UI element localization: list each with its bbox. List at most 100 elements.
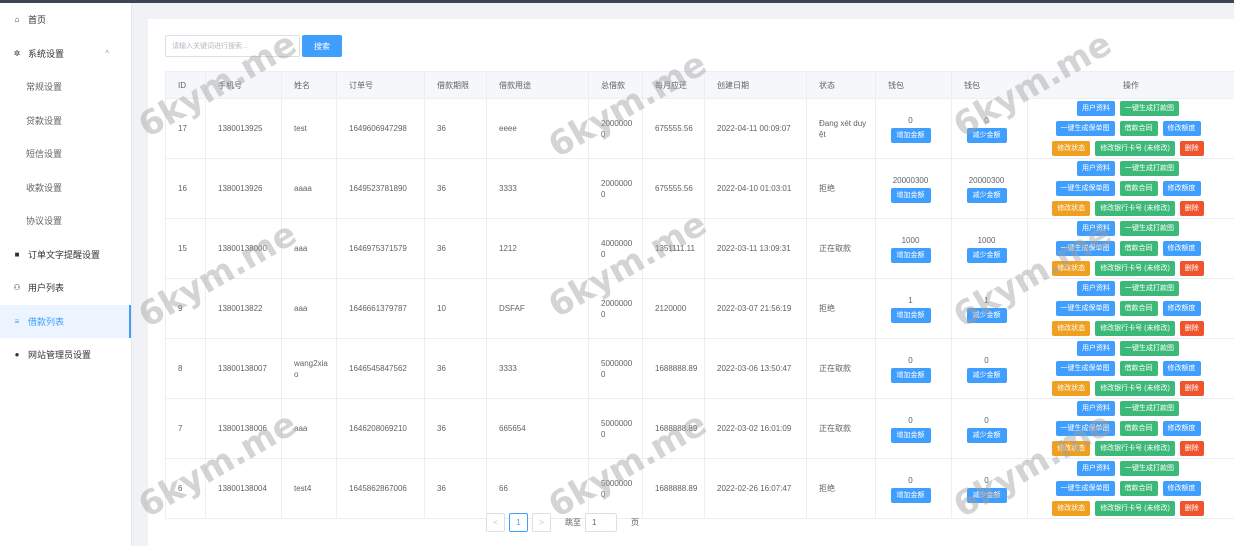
reduce-amount-button[interactable]: 减少金额 [966,367,1007,383]
reduce-amount-button[interactable]: 减少金额 [966,427,1007,443]
sidebar-item-3[interactable]: 贷款设置 [0,104,131,138]
add-amount-button[interactable]: 增加金额 [890,187,931,203]
delete-button[interactable]: 删除 [1179,321,1204,336]
edit-bank-card-button[interactable]: 修改银行卡号 (未修改) [1095,501,1175,516]
users-icon: ⚇ [13,283,21,293]
reduce-amount-button[interactable]: 减少金额 [966,307,1007,323]
generate-guarantee-image-button[interactable]: 一键生成保单图 [1055,241,1115,256]
delete-button[interactable]: 删除 [1179,441,1204,456]
edit-quota-button[interactable]: 修改额度 [1162,361,1201,376]
edit-quota-button[interactable]: 修改额度 [1162,481,1201,496]
sidebar-item-5[interactable]: 收款设置 [0,171,131,205]
column-header: 状态 [806,71,876,99]
sidebar-item-10[interactable]: ● 网站管理员设置 [0,338,131,372]
next-page-button[interactable]: > [532,513,551,532]
edit-status-button[interactable]: 修改状态 [1052,261,1091,276]
cell-date: 2022-03-11 13:09:31 [704,218,807,279]
delete-button[interactable]: 删除 [1179,201,1204,216]
generate-payment-image-button[interactable]: 一键生成打款图 [1120,401,1179,416]
table-row: 7 13800138006 aaa 1646208069210 36 665654 5000… [165,398,1234,459]
generate-payment-image-button[interactable]: 一键生成打款图 [1120,101,1179,116]
edit-status-button[interactable]: 修改状态 [1052,321,1091,336]
reduce-amount-button[interactable]: 减少金额 [966,127,1007,143]
search-input[interactable] [165,35,300,57]
sidebar-item-0[interactable]: ⌂ 首页 [0,3,131,37]
chevron-up-icon: ^ [105,48,109,58]
edit-quota-button[interactable]: 修改额度 [1162,421,1201,436]
edit-status-button[interactable]: 修改状态 [1052,381,1091,396]
generate-payment-image-button[interactable]: 一键生成打款图 [1120,341,1179,356]
loan-contract-button[interactable]: 借款合同 [1119,181,1158,196]
prev-page-button[interactable]: < [486,513,505,532]
edit-bank-card-button[interactable]: 修改银行卡号 (未修改) [1095,321,1175,336]
generate-guarantee-image-button[interactable]: 一键生成保单图 [1055,301,1115,316]
edit-bank-card-button[interactable]: 修改银行卡号 (未修改) [1095,141,1175,156]
user-info-button[interactable]: 用户资料 [1077,161,1115,176]
delete-button[interactable]: 删除 [1179,381,1204,396]
add-amount-button[interactable]: 增加金额 [890,367,931,383]
sidebar-item-1[interactable]: ✲ 系统设置 ^ [0,37,131,71]
add-amount-button[interactable]: 增加金额 [890,127,931,143]
generate-guarantee-image-button[interactable]: 一键生成保单图 [1055,121,1115,136]
delete-button[interactable]: 删除 [1179,261,1204,276]
sidebar-item-9[interactable]: ≡ 借款列表 [0,304,131,338]
generate-payment-image-button[interactable]: 一键生成打款图 [1120,221,1179,236]
add-amount-button[interactable]: 增加金额 [890,487,931,503]
generate-guarantee-image-button[interactable]: 一键生成保单图 [1055,481,1115,496]
generate-guarantee-image-button[interactable]: 一键生成保单图 [1055,421,1115,436]
search-button[interactable]: 搜索 [302,35,342,57]
edit-bank-card-button[interactable]: 修改银行卡号 (未修改) [1095,201,1175,216]
cell-name: test [281,98,337,159]
reduce-amount-button[interactable]: 减少金额 [966,187,1007,203]
loan-contract-button[interactable]: 借款合同 [1119,421,1158,436]
delete-button[interactable]: 删除 [1179,501,1204,516]
user-info-button[interactable]: 用户资料 [1077,461,1115,476]
sidebar-item-2[interactable]: 常规设置 [0,70,131,104]
loan-contract-button[interactable]: 借款合同 [1119,361,1158,376]
column-header: 借款用途 [486,71,589,99]
edit-status-button[interactable]: 修改状态 [1052,141,1091,156]
generate-payment-image-button[interactable]: 一键生成打款图 [1120,281,1179,296]
edit-quota-button[interactable]: 修改额度 [1162,181,1201,196]
generate-payment-image-button[interactable]: 一键生成打款图 [1120,161,1179,176]
sidebar-item-8[interactable]: ⚇ 用户列表 [0,271,131,305]
sidebar-item-4[interactable]: 短信设置 [0,137,131,171]
sidebar-item-6[interactable]: 协议设置 [0,204,131,238]
edit-quota-button[interactable]: 修改额度 [1162,241,1201,256]
loan-contract-button[interactable]: 借款合同 [1119,481,1158,496]
page-number-current[interactable]: 1 [509,513,528,532]
column-header: 操作 [1027,71,1234,99]
loan-contract-button[interactable]: 借款合同 [1119,301,1158,316]
cell-wallet1: 0 增加金额 [875,458,952,519]
edit-bank-card-button[interactable]: 修改银行卡号 (未修改) [1095,441,1175,456]
jump-page-input[interactable] [585,513,617,532]
edit-quota-button[interactable]: 修改额度 [1162,121,1201,136]
delete-button[interactable]: 删除 [1179,141,1204,156]
edit-status-button[interactable]: 修改状态 [1052,201,1091,216]
sidebar-item-7[interactable]: ■ 订单文字提醒设置 [0,238,131,272]
generate-payment-image-button[interactable]: 一键生成打款图 [1120,461,1179,476]
add-amount-button[interactable]: 增加金额 [890,247,931,263]
loan-contract-button[interactable]: 借款合同 [1119,121,1158,136]
user-info-button[interactable]: 用户资料 [1077,341,1115,356]
user-info-button[interactable]: 用户资料 [1077,221,1115,236]
add-amount-button[interactable]: 增加金额 [890,427,931,443]
generate-guarantee-image-button[interactable]: 一键生成保单图 [1055,181,1115,196]
user-info-button[interactable]: 用户资料 [1077,281,1115,296]
cell-status: Đang xét duyệt [806,98,876,159]
user-info-button[interactable]: 用户资料 [1077,401,1115,416]
edit-status-button[interactable]: 修改状态 [1052,501,1091,516]
edit-bank-card-button[interactable]: 修改银行卡号 (未修改) [1095,381,1175,396]
edit-quota-button[interactable]: 修改额度 [1162,301,1201,316]
wallet-amount: 0 [984,115,989,125]
edit-status-button[interactable]: 修改状态 [1052,441,1091,456]
add-amount-button[interactable]: 增加金额 [890,307,931,323]
cell-term: 36 [424,158,487,219]
generate-guarantee-image-button[interactable]: 一键生成保单图 [1055,361,1115,376]
reduce-amount-button[interactable]: 减少金额 [966,487,1007,503]
cell-date: 2022-04-10 01:03:01 [704,158,807,219]
loan-contract-button[interactable]: 借款合同 [1119,241,1158,256]
reduce-amount-button[interactable]: 减少金额 [966,247,1007,263]
edit-bank-card-button[interactable]: 修改银行卡号 (未修改) [1095,261,1175,276]
user-info-button[interactable]: 用户资料 [1077,101,1115,116]
